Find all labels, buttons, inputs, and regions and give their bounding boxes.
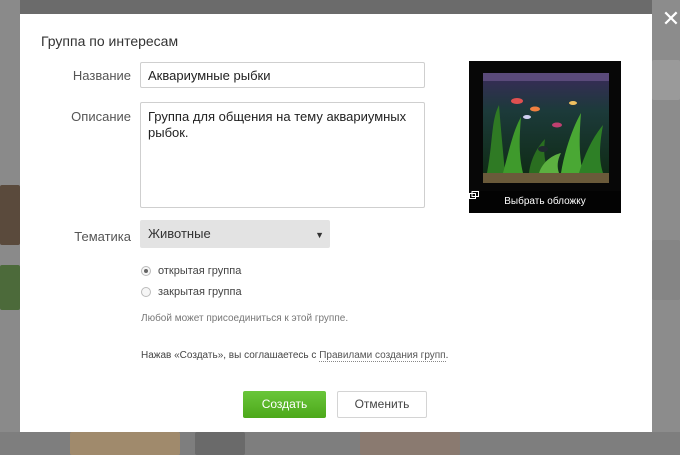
rules-link[interactable]: Правилами создания групп — [319, 350, 446, 362]
description-label: Описание — [71, 109, 131, 124]
dropdown-arrow-icon: ▼ — [315, 230, 324, 240]
background-thumbnail — [70, 432, 180, 455]
radio-button-unchecked[interactable] — [141, 287, 151, 297]
topic-select-value: Животные — [148, 226, 211, 241]
topic-select[interactable]: Животные ▼ — [140, 220, 330, 248]
cover-image[interactable]: Выбрать обложку — [469, 61, 621, 213]
description-textarea[interactable]: Группа для общения на тему аквариумных р… — [140, 102, 425, 208]
agreement-prefix: Нажав «Создать», вы соглашаетесь с — [141, 350, 320, 361]
dialog-title: Группа по интересам — [41, 33, 179, 49]
create-group-dialog: Группа по интересам Название Аквариумные… — [20, 14, 652, 432]
background-thumbnail — [652, 240, 680, 300]
agreement-suffix: . — [445, 350, 449, 361]
image-icon — [469, 191, 479, 199]
name-label: Название — [72, 68, 131, 83]
radio-button-checked[interactable] — [141, 266, 151, 276]
radio-open-label: открытая группа — [158, 265, 242, 277]
background-thumbnail — [0, 265, 20, 310]
name-input[interactable]: Аквариумные рыбки — [140, 62, 425, 88]
radio-closed-group[interactable]: закрытая группа — [141, 286, 242, 298]
background-thumbnail — [360, 432, 460, 455]
choose-cover-button[interactable]: Выбрать обложку — [469, 191, 621, 213]
background-thumbnail — [0, 185, 20, 245]
radio-open-group[interactable]: открытая группа — [141, 265, 241, 277]
background-thumbnail — [652, 60, 680, 100]
agreement-text: Нажав «Создать», вы соглашаетесь с Прави… — [141, 350, 449, 362]
radio-closed-label: закрытая группа — [158, 286, 242, 298]
create-button[interactable]: Создать — [243, 391, 326, 418]
background-thumbnail — [195, 432, 245, 455]
choose-cover-label: Выбрать обложку — [504, 196, 586, 207]
cancel-button[interactable]: Отменить — [337, 391, 427, 418]
close-icon[interactable]: ✕ — [660, 8, 680, 30]
privacy-hint: Любой может присоединиться к этой группе… — [141, 313, 349, 324]
topic-label: Тематика — [74, 229, 131, 244]
